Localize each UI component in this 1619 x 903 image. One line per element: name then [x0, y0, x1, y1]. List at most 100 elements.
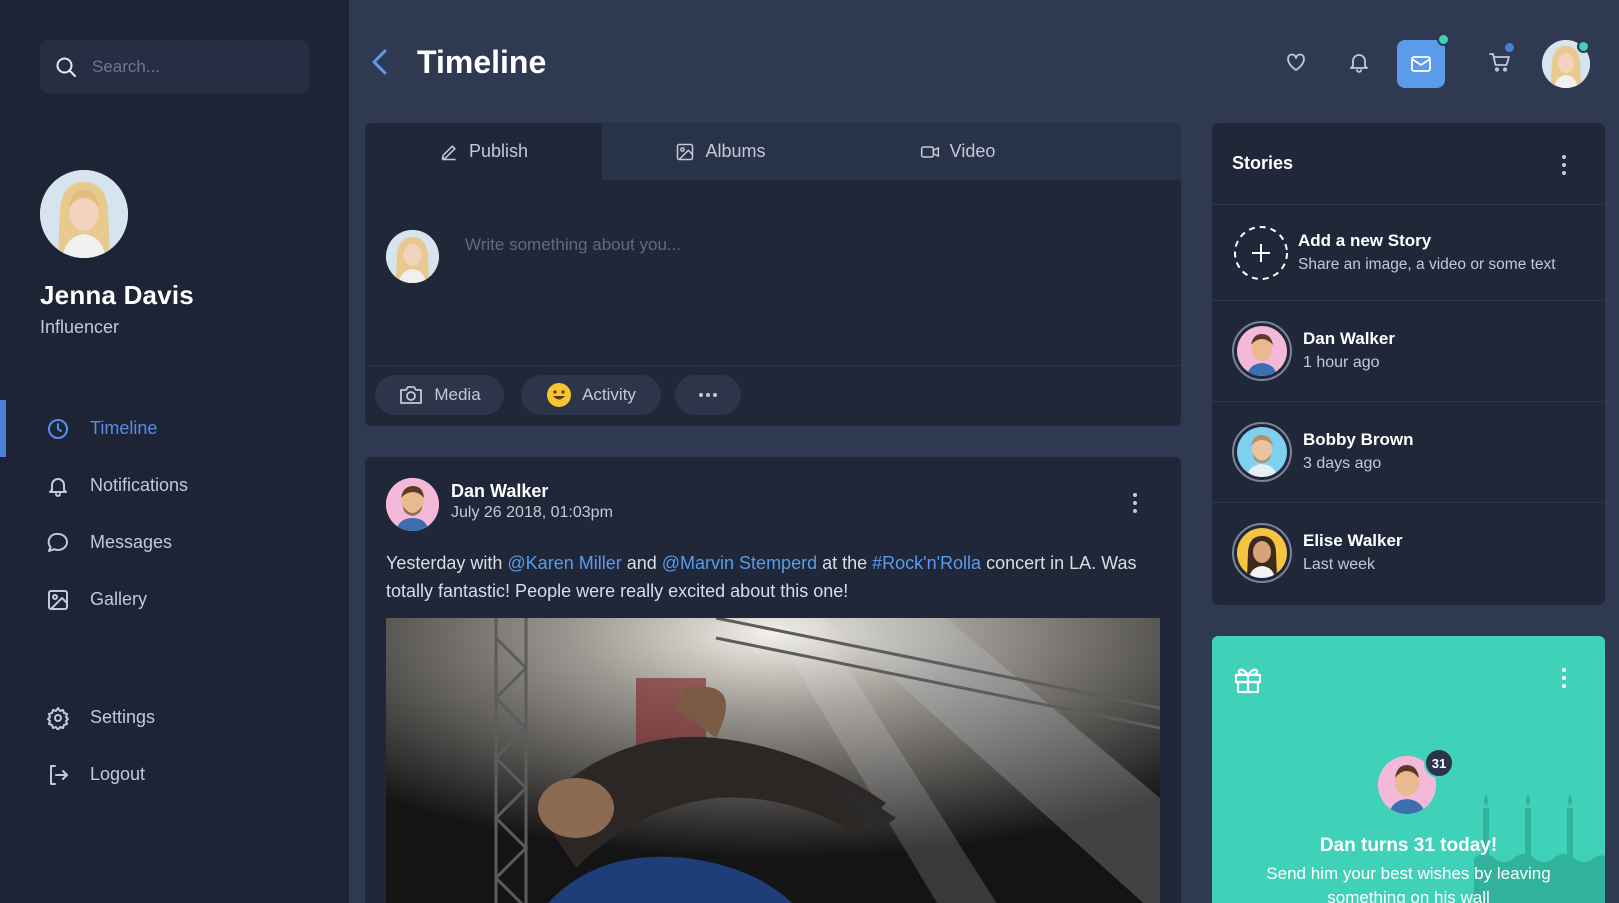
- sidebar-item-messages[interactable]: Messages: [0, 514, 349, 571]
- birthday-menu-button[interactable]: [1560, 666, 1568, 690]
- story-avatar: [1232, 422, 1292, 482]
- heart-icon: [1287, 53, 1305, 71]
- messages-button[interactable]: [1397, 40, 1445, 88]
- stories-panel: Stories Add a new Story Share an image, …: [1212, 123, 1605, 605]
- sidebar-item-label: Settings: [90, 707, 156, 727]
- story-time: 3 days ago: [1303, 455, 1382, 472]
- chevron-left-icon: [372, 49, 387, 75]
- gear-icon: [47, 706, 69, 730]
- story-item[interactable]: Bobby Brown 3 days ago: [1212, 401, 1605, 502]
- chat-icon: [47, 532, 68, 552]
- image-icon: [48, 589, 68, 610]
- sidebar-item-label: Logout: [90, 764, 146, 784]
- notifications-button[interactable]: [1343, 46, 1375, 78]
- image-icon: [677, 143, 694, 160]
- add-story-icon: [1234, 226, 1288, 280]
- sidebar-item-label: Gallery: [90, 589, 148, 609]
- story-item[interactable]: Elise Walker Last week: [1212, 502, 1605, 605]
- more-horizontal-icon: [699, 393, 717, 397]
- online-status-dot: [1577, 40, 1590, 53]
- more-vertical-icon: [1562, 155, 1566, 175]
- sidebar-item-notifications[interactable]: Notifications: [0, 457, 349, 514]
- post-body: Yesterday with @Karen Miller and @Marvin…: [386, 549, 1146, 605]
- profile-role: Influencer: [40, 317, 120, 337]
- stories-title: Stories: [1232, 153, 1294, 173]
- tab-label: Publish: [468, 141, 529, 161]
- logout-icon: [50, 764, 68, 785]
- story-time: 1 hour ago: [1303, 354, 1380, 371]
- post-text-part: Yesterday with: [386, 553, 508, 573]
- story-item[interactable]: Dan Walker 1 hour ago: [1212, 300, 1605, 401]
- sidebar-item-label: Messages: [90, 532, 173, 552]
- add-media-button[interactable]: Media: [375, 375, 504, 415]
- mail-icon: [1411, 56, 1431, 72]
- story-time: Last week: [1303, 556, 1376, 573]
- tab-publish[interactable]: Publish: [365, 123, 602, 180]
- story-avatar: [1232, 523, 1292, 583]
- birthday-card: 31 Dan turns 31 today! Send him your bes…: [1212, 636, 1605, 903]
- sidebar-nav: Timeline Notifications Messages Gallery: [0, 400, 349, 628]
- favorites-button[interactable]: [1280, 46, 1312, 78]
- post-text-input[interactable]: Write something about you...: [465, 235, 681, 255]
- cart-badge-dot: [1503, 41, 1516, 54]
- gift-icon: [1234, 668, 1262, 694]
- composer-avatar: [386, 230, 439, 283]
- tab-albums[interactable]: Albums: [602, 123, 839, 180]
- camera-icon: [400, 386, 423, 404]
- sidebar-item-logout[interactable]: Logout: [0, 746, 349, 803]
- sidebar-item-settings[interactable]: Settings: [0, 689, 349, 746]
- hashtag-link[interactable]: #Rock'n'Rolla: [872, 553, 981, 573]
- sidebar-item-label: Timeline: [90, 418, 158, 438]
- post-image[interactable]: [386, 618, 1160, 903]
- age-badge: 31: [1424, 748, 1454, 778]
- stories-menu-button[interactable]: [1560, 153, 1568, 177]
- search-input[interactable]: [92, 56, 292, 77]
- clock-icon: [48, 418, 68, 439]
- more-vertical-icon: [1562, 668, 1566, 688]
- bell-icon: [49, 477, 67, 497]
- sidebar-item-gallery[interactable]: Gallery: [0, 571, 349, 628]
- back-button[interactable]: [368, 47, 392, 77]
- sidebar-bottom-nav: Settings Logout: [0, 689, 349, 803]
- bell-icon: [1350, 54, 1368, 73]
- add-story-subtitle: Share an image, a video or some text: [1298, 256, 1556, 273]
- chip-label: Media: [434, 385, 481, 404]
- birthday-title: Dan turns 31 today!: [1319, 835, 1498, 856]
- search-box[interactable]: [40, 40, 309, 93]
- post-text-part: and: [621, 553, 662, 573]
- smiley-icon: [547, 383, 572, 407]
- add-activity-button[interactable]: Activity: [521, 375, 661, 415]
- story-name: Elise Walker: [1303, 531, 1403, 550]
- post-author-avatar[interactable]: [386, 478, 439, 531]
- chip-label: Activity: [582, 385, 636, 404]
- post-date: July 26 2018, 01:03pm: [451, 504, 613, 521]
- video-icon: [920, 145, 939, 158]
- page-title: Timeline: [417, 44, 547, 80]
- post-menu-button[interactable]: [1131, 491, 1139, 515]
- post-card: Dan Walker July 26 2018, 01:03pm Yesterd…: [365, 457, 1181, 903]
- tab-label: Albums: [705, 141, 766, 161]
- more-vertical-icon: [1133, 493, 1137, 513]
- sidebar-item-timeline[interactable]: Timeline: [0, 400, 349, 457]
- mention-link[interactable]: @Karen Miller: [507, 553, 621, 573]
- more-options-button[interactable]: [675, 375, 741, 415]
- story-name: Bobby Brown: [1303, 430, 1414, 449]
- tab-label: Video: [949, 141, 996, 161]
- divider: [365, 365, 1181, 366]
- post-author[interactable]: Dan Walker: [451, 481, 548, 502]
- add-story-item[interactable]: Add a new Story Share an image, a video …: [1212, 204, 1605, 300]
- messages-badge-dot: [1437, 33, 1450, 46]
- birthday-message: Send him your best wishes by leaving som…: [1266, 864, 1551, 903]
- story-name: Dan Walker: [1303, 329, 1395, 348]
- sidebar-item-label: Notifications: [90, 475, 189, 495]
- sidebar: Jenna Davis Influencer Timeline Notifica…: [0, 0, 349, 903]
- post-text-part: at the: [817, 553, 873, 573]
- add-story-title: Add a new Story: [1298, 231, 1432, 250]
- pencil-icon: [441, 144, 456, 160]
- tab-video[interactable]: Video: [839, 123, 1076, 180]
- post-composer: Publish Albums Video Write something abo…: [365, 123, 1181, 426]
- profile-name: Jenna Davis: [40, 280, 194, 310]
- story-avatar: [1232, 321, 1292, 381]
- mention-link[interactable]: @Marvin Stemperd: [662, 553, 817, 573]
- profile-avatar[interactable]: [40, 170, 128, 258]
